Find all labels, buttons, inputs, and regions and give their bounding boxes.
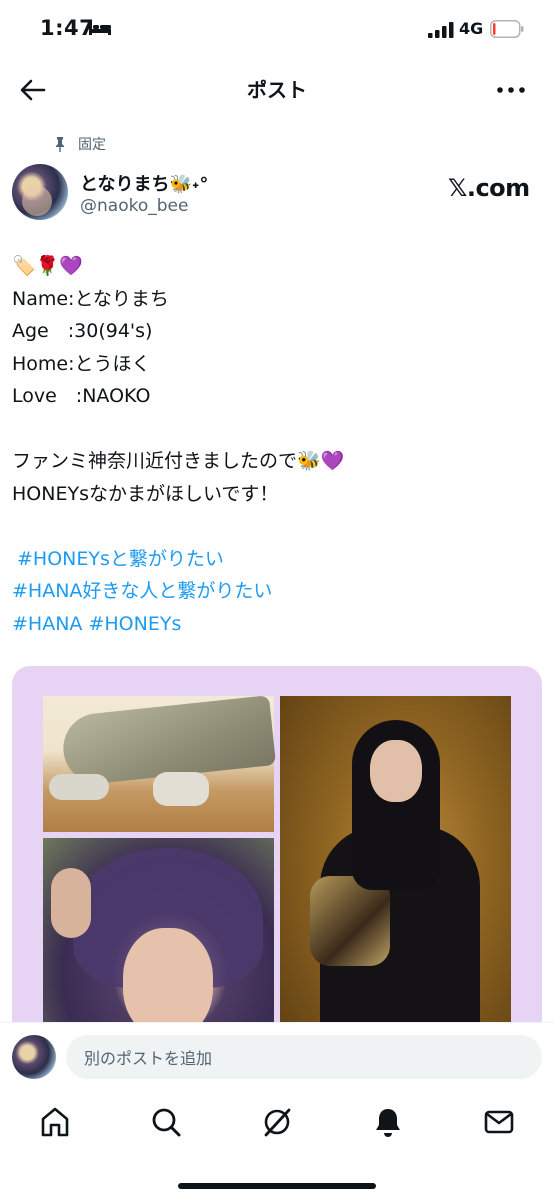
post-line: Age :30(94's) — [12, 320, 153, 342]
tab-home[interactable] — [37, 1104, 73, 1140]
post-line: Home:とうほく — [12, 352, 151, 375]
post-text: 🏷️🌹💜 Name:となりまち Age :30(94's) Home:とうほく … — [12, 250, 542, 640]
pinned-label: 固定 — [78, 137, 106, 153]
post-line: 🏷️🌹💜 — [12, 255, 83, 277]
signal-icon — [428, 22, 454, 38]
post-line: Name:となりまち — [12, 287, 169, 310]
battery-icon — [490, 20, 524, 38]
post-line — [12, 413, 542, 446]
photo-full-body — [280, 696, 511, 1056]
display-name[interactable]: となりまち🐝˖° — [80, 170, 208, 196]
post-line: HONEYsなかまがほしいです！ — [12, 482, 279, 505]
post-line: ファンミ神奈川近付きましたので🐝💜 — [12, 450, 345, 472]
post-line: Love :NAOKO — [12, 385, 151, 407]
hashtag-link[interactable]: #HANA #HONEYs — [12, 608, 542, 641]
reply-bar: 別のポストを追加 — [0, 1022, 554, 1088]
search-icon — [152, 1108, 181, 1137]
tab-notifications[interactable] — [370, 1104, 406, 1140]
reply-input[interactable]: 別のポストを追加 — [66, 1035, 542, 1079]
more-horizontal-icon[interactable] — [494, 75, 528, 105]
bed-icon — [89, 22, 111, 35]
username[interactable]: @naoko_bee — [80, 196, 188, 216]
photo-legs — [43, 695, 277, 832]
avatar[interactable] — [12, 164, 68, 220]
page-title: ポスト — [247, 78, 307, 102]
x-watermark: 𝕏.com — [448, 174, 530, 202]
grok-icon — [264, 1108, 291, 1137]
home-indicator — [178, 1183, 376, 1189]
status-bar: 1:47 4G — [0, 0, 554, 62]
hashtag-link[interactable]: #HANA好きな人と繋がりたい — [12, 575, 542, 608]
top-nav: ポスト — [0, 62, 554, 118]
hashtag-link[interactable]: #HONEYsと繋がりたい — [12, 543, 542, 576]
notifications-icon — [376, 1109, 400, 1137]
post-media[interactable] — [12, 666, 542, 1056]
pin-icon — [56, 137, 64, 152]
tab-grok[interactable] — [259, 1104, 295, 1140]
tab-messages[interactable] — [481, 1104, 517, 1140]
post-line — [12, 510, 542, 543]
status-time: 1:47 — [40, 16, 95, 40]
pinned-indicator: 固定 — [52, 134, 106, 154]
home-icon — [41, 1107, 69, 1137]
tab-search[interactable] — [148, 1104, 184, 1140]
reply-avatar — [12, 1035, 56, 1079]
network-type: 4G — [459, 19, 484, 38]
messages-icon — [484, 1110, 514, 1134]
